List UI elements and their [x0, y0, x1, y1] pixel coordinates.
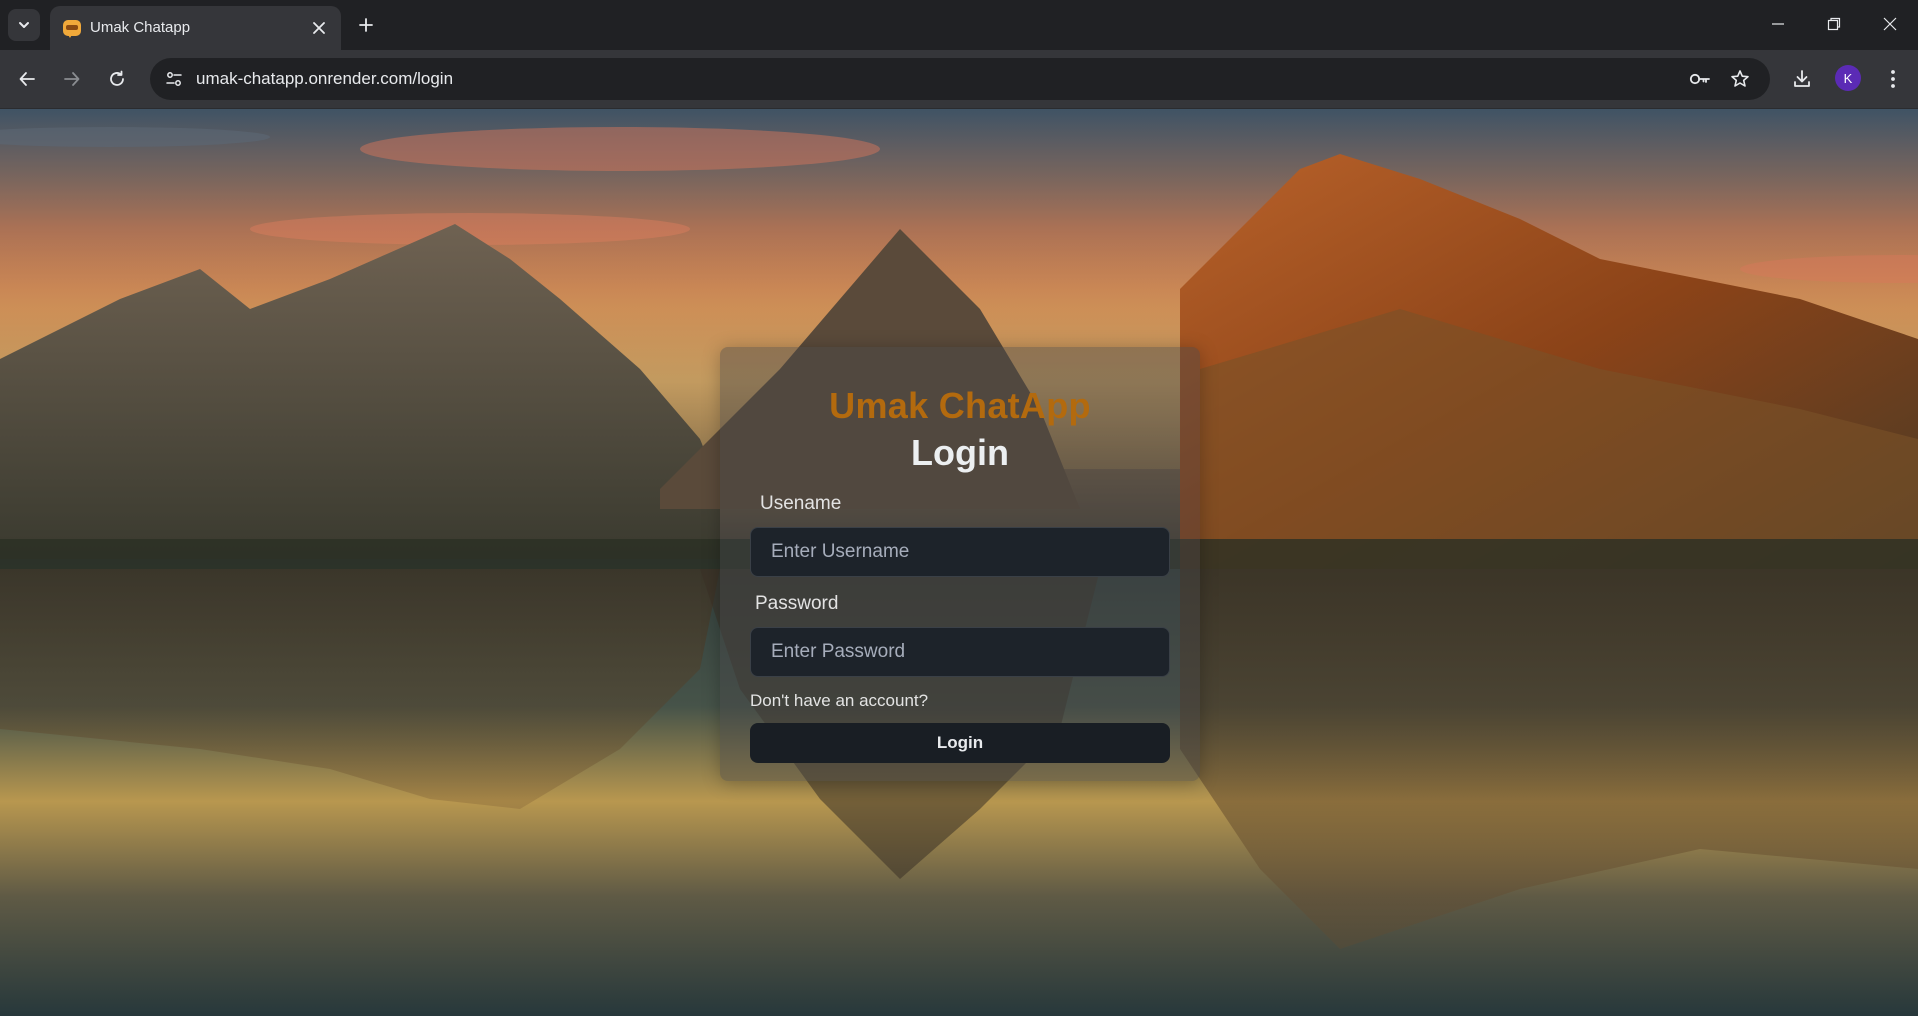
browser-toolbar: umak-chatapp.onrender.com/login K	[0, 50, 1918, 109]
back-button[interactable]	[11, 63, 43, 95]
login-button[interactable]: Login	[750, 723, 1170, 763]
browser-tab-bar: Umak Chatapp	[0, 0, 1918, 50]
login-heading: Login	[911, 432, 1009, 473]
restore-button[interactable]	[1806, 0, 1862, 48]
username-input[interactable]	[750, 527, 1170, 577]
more-vert-icon	[1891, 70, 1895, 88]
address-bar[interactable]: umak-chatapp.onrender.com/login	[150, 58, 1770, 100]
profile-avatar[interactable]: K	[1835, 65, 1861, 91]
tab-title: Umak Chatapp	[90, 19, 191, 36]
browser-menu-button[interactable]	[1877, 63, 1909, 95]
reload-button[interactable]	[101, 63, 133, 95]
login-card: Umak ChatApp Login Usename Password Don'…	[720, 347, 1200, 781]
new-tab-button[interactable]	[350, 9, 382, 41]
reload-icon	[110, 70, 124, 86]
password-input[interactable]	[750, 627, 1170, 677]
signup-link[interactable]: Don't have an account?	[750, 691, 928, 711]
plus-icon	[359, 18, 373, 32]
password-manager-button[interactable]	[1684, 63, 1716, 95]
restore-icon	[1827, 17, 1841, 31]
password-label: Password	[755, 593, 839, 614]
chevron-down-icon	[19, 22, 29, 28]
downloads-button[interactable]	[1786, 63, 1818, 95]
page-viewport: Umak ChatApp Login Usename Password Don'…	[0, 109, 1918, 1016]
browser-tab-active[interactable]: Umak Chatapp	[50, 6, 341, 50]
arrow-left-icon	[19, 72, 35, 86]
download-icon	[1794, 70, 1810, 87]
arrow-right-icon	[64, 72, 80, 86]
username-label: Usename	[760, 493, 842, 514]
site-info-button[interactable]	[158, 63, 190, 95]
bookmark-button[interactable]	[1724, 63, 1756, 95]
chat-bubble-icon	[63, 20, 81, 38]
close-icon	[1883, 17, 1897, 31]
minimize-button[interactable]	[1750, 0, 1806, 48]
minimize-icon	[1772, 23, 1784, 25]
close-icon	[313, 22, 325, 34]
tab-close-button[interactable]	[308, 17, 330, 39]
brand-title: Umak ChatApp	[829, 385, 1091, 426]
forward-button[interactable]	[56, 63, 88, 95]
url-text[interactable]: umak-chatapp.onrender.com/login	[196, 69, 453, 89]
close-window-button[interactable]	[1862, 0, 1918, 48]
tab-search-button[interactable]	[8, 9, 40, 41]
tune-icon	[166, 72, 182, 86]
key-icon	[1689, 73, 1710, 85]
star-icon	[1731, 70, 1749, 87]
